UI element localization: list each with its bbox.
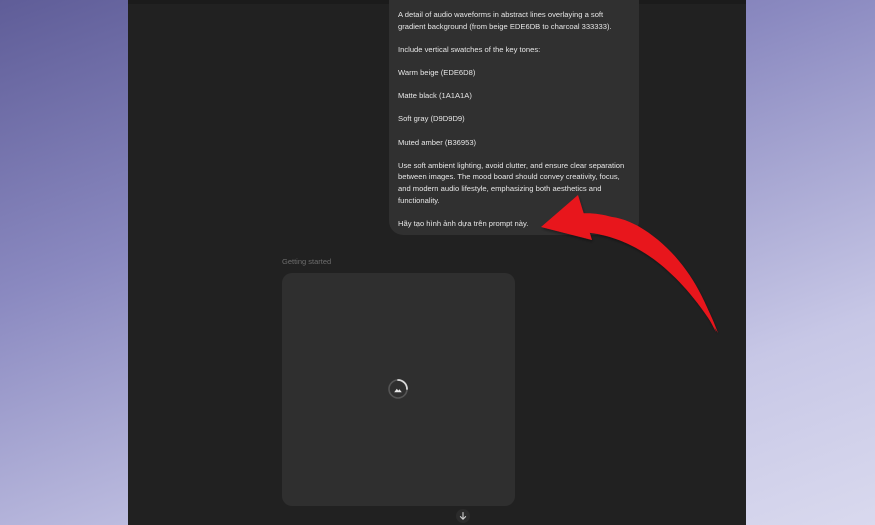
generation-status: Getting started [282, 257, 332, 266]
chat-window: A detail of audio waveforms in abstract … [128, 0, 746, 525]
prompt-paragraph: Hãy tạo hình ảnh dựa trên prompt này. [398, 218, 529, 228]
prompt-paragraph: Muted amber (B36953) [398, 137, 477, 147]
arrow-down-icon [459, 511, 467, 520]
prompt-paragraph: Include vertical swatches of the key ton… [398, 44, 541, 54]
prompt-paragraph: Use soft ambient lighting, avoid clutter… [398, 160, 625, 205]
prompt-paragraph: Soft gray (D9D9D9) [398, 114, 465, 124]
prompt-paragraph: Matte black (1A1A1A) [398, 91, 472, 101]
scroll-to-bottom-button[interactable] [456, 509, 470, 523]
image-loading-icon [386, 377, 410, 401]
prompt-paragraph: Warm beige (EDE6D8) [398, 67, 476, 77]
image-generation-placeholder [282, 273, 515, 506]
user-message-bubble: A detail of audio waveforms in abstract … [389, 0, 639, 235]
prompt-paragraph: A detail of audio waveforms in abstract … [398, 10, 612, 31]
